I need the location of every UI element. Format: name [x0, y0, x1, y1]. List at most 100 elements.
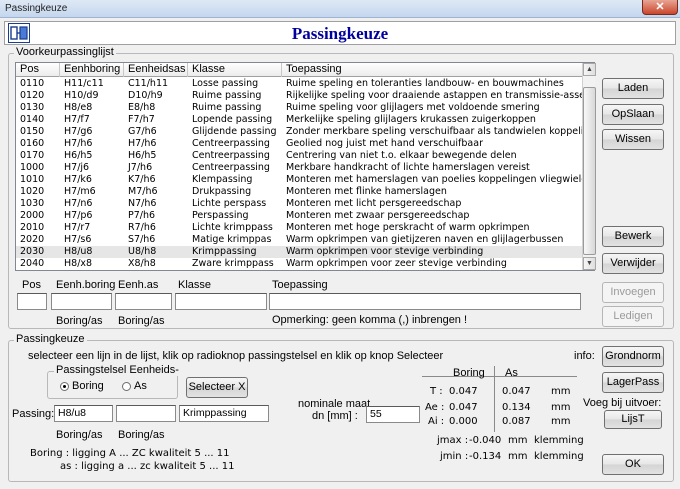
list-row[interactable]: 2000 H7/p6 P7/h6 Perspassing Monteren met zw… [16, 210, 582, 222]
eenh-boring-label: Eenh.boring [56, 279, 116, 291]
passing-boring-sublabel: Boring/as [56, 429, 103, 441]
list-cell-toepassing: Geolied nog juist met hand verschuifbaar [286, 138, 483, 149]
lijst-button[interactable]: LijsT [604, 410, 662, 429]
passing-boring-input[interactable]: H8/u8 [54, 405, 113, 422]
list-cell-pos: 0140 [20, 114, 45, 125]
radio-as-label[interactable]: As [134, 380, 147, 392]
opslaan-button[interactable]: OpSlaan [602, 104, 664, 125]
list-cell-pos: 2000 [20, 210, 45, 221]
jmax-value: -0.040 [469, 435, 502, 446]
eenh-as-input[interactable] [115, 293, 172, 310]
list-row[interactable]: 0120 H10/d9 D10/h9 Ruime passing Rijkelijke … [16, 90, 582, 102]
passing-as-input[interactable] [116, 405, 176, 422]
laden-button[interactable]: Laden [602, 78, 664, 99]
result-t-unit: mm [551, 386, 571, 397]
scroll-thumb[interactable] [583, 87, 596, 255]
toepassing-input[interactable] [269, 293, 581, 310]
list-cell-klasse: Losse passing [192, 78, 259, 89]
list-cell-eenhboring: H7/j6 [64, 162, 90, 173]
list-cell-eenhboring: H7/k6 [64, 174, 92, 185]
list-cell-eenheidsas: H6/h5 [128, 150, 157, 161]
list-cell-eenheidsas: S7/h6 [128, 234, 156, 245]
passing-label: Passing: [12, 408, 55, 420]
title-bar [0, 0, 680, 18]
radio-boring-label[interactable]: Boring [72, 380, 104, 392]
list-cell-klasse: Zware krimppass [192, 258, 274, 269]
list-row[interactable]: 0170 H6/h5 H6/h5 Centreerpassing Centrering … [16, 150, 582, 162]
grondnorm-button[interactable]: Grondnorm [602, 346, 664, 367]
list-cell-pos: 0160 [20, 138, 45, 149]
list-cell-toepassing: Centrering van niet t.o. elkaar bewegend… [286, 150, 517, 161]
legend-as: as : ligging a ... zc kwaliteit 5 ... 11 [60, 461, 235, 472]
list-cell-eenheidsas: P7/h6 [128, 210, 156, 221]
list-scrollbar[interactable]: ▲ ▼ [582, 63, 596, 270]
klasse-input[interactable] [175, 293, 267, 310]
list-cell-toepassing: Ruime speling en toleranties landbouw- e… [286, 78, 564, 89]
verwijder-button[interactable]: Verwijder [602, 253, 664, 274]
result-ae-unit: mm [551, 402, 571, 413]
list-row[interactable]: 0140 H7/f7 F7/h7 Lopende passing Merkelijke … [16, 114, 582, 126]
list-cell-eenhboring: H6/h5 [64, 150, 93, 161]
eenh-boring-input[interactable] [51, 293, 112, 310]
dn-label: dn [mm] : [312, 410, 358, 422]
list-row[interactable]: 2040 H8/x8 X8/h8 Zware krimppass Warm opkrim… [16, 258, 582, 270]
pos-input[interactable] [17, 293, 47, 310]
passing-klasse-input[interactable]: Krimppassing [179, 405, 269, 422]
col-header-toepassing[interactable]: Toepassing [282, 63, 582, 77]
radio-as[interactable] [122, 382, 131, 391]
list-cell-eenheidsas: F7/h7 [128, 114, 155, 125]
selecteer-button[interactable]: Selecteer X [186, 377, 248, 398]
col-header-klasse[interactable]: Klasse [188, 63, 282, 77]
close-button[interactable]: ✕ [642, 0, 678, 15]
remark-text: Opmerking: geen komma (,) inbrengen ! [272, 314, 468, 326]
jmin-unit: mm [508, 451, 528, 462]
results-col-as: As [505, 367, 518, 379]
pos-label: Pos [22, 279, 41, 291]
radio-boring-dot [63, 385, 66, 388]
radio-boring[interactable] [60, 382, 69, 391]
list-cell-klasse: Drukpassing [192, 186, 252, 197]
list-row[interactable]: 0110 H11/c11 C11/h11 Losse passing Ruime spe… [16, 78, 582, 90]
ledigen-button[interactable]: Ledigen [602, 306, 664, 327]
list-cell-klasse: Lichte perspass [192, 198, 267, 209]
list-cell-toepassing: Rijkelijke speling voor draaiende astapp… [286, 90, 582, 101]
list-row[interactable]: 1020 H7/m6 M7/h6 Drukpassing Monteren met fl… [16, 186, 582, 198]
list-row[interactable]: 2010 H7/r7 R7/h6 Lichte krimppass Monteren m… [16, 222, 582, 234]
list-row[interactable]: 1030 H7/n6 N7/h6 Lichte perspass Monteren me… [16, 198, 582, 210]
list-cell-eenheidsas: G7/h6 [128, 126, 157, 137]
list-row[interactable]: 0160 H7/h6 H7/h6 Centreerpassing Geolied nog… [16, 138, 582, 150]
wissen-button[interactable]: Wissen [602, 129, 664, 150]
list-cell-klasse: Lopende passing [192, 114, 273, 125]
scroll-up-icon[interactable]: ▲ [583, 63, 596, 76]
ok-button[interactable]: OK [602, 454, 664, 475]
list-row[interactable]: 1000 H7/j6 J7/h6 Centreerpassing Merkbare ha… [16, 162, 582, 174]
list-cell-klasse: Ruime passing [192, 90, 262, 101]
nominale-maat-input[interactable]: 55 [366, 406, 420, 423]
list-cell-pos: 1030 [20, 198, 45, 209]
list-row[interactable]: 1010 H7/k6 K7/h6 Klempassing Monteren met ha… [16, 174, 582, 186]
col-header-eenheidsas[interactable]: Eenheidsas [124, 63, 188, 77]
list-header: Pos Eenhboring Eenheidsas Klasse Toepass… [16, 63, 582, 77]
list-row[interactable]: 2020 H7/s6 S7/h6 Matige krimppas Warm opkrim… [16, 234, 582, 246]
info-label: info: [574, 350, 595, 362]
list-row[interactable]: 2030 H8/u8 U8/h8 Krimppassing Warm opkrimpen… [16, 246, 582, 258]
col-header-pos[interactable]: Pos [16, 63, 60, 77]
list-cell-eenhboring: H8/x8 [64, 258, 93, 269]
passing-list[interactable]: Pos Eenhboring Eenheidsas Klasse Toepass… [15, 62, 596, 271]
result-ai-as: 0.087 [502, 416, 531, 427]
list-cell-klasse: Centreerpassing [192, 138, 270, 149]
list-cell-eenhboring: H7/n6 [64, 198, 93, 209]
lagerpass-button[interactable]: LagerPass [602, 372, 664, 393]
bewerk-button[interactable]: Bewerk [602, 226, 664, 247]
col-header-eenhboring[interactable]: Eenhboring [60, 63, 124, 77]
list-cell-eenhboring: H7/r7 [64, 222, 91, 233]
list-cell-eenheidsas: J7/h6 [128, 162, 153, 173]
list-row[interactable]: 0130 H8/e8 E8/h8 Ruime passing Ruime speling… [16, 102, 582, 114]
invoegen-button[interactable]: Invoegen [602, 282, 664, 303]
boring-as-sublabel-2: Boring/as [118, 315, 165, 327]
list-row[interactable]: 0150 H7/g6 G7/h6 Glijdende passing Zonder me… [16, 126, 582, 138]
voeg-bij-uitvoer-label: Voeg bij uitvoer: [583, 397, 662, 409]
scroll-down-icon[interactable]: ▼ [583, 257, 596, 270]
list-cell-toepassing: Warm opkrimpen voor zeer stevige verbind… [286, 258, 507, 269]
list-cell-eenheidsas: R7/h6 [128, 222, 156, 233]
